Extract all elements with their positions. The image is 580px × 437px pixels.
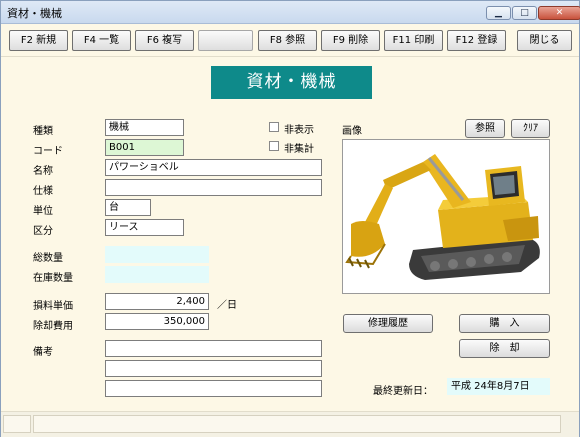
image-browse-button[interactable]: 参照 [465, 119, 505, 138]
image-clear-button[interactable]: ｸﾘｱ [511, 119, 550, 138]
maximize-icon: □ [520, 8, 529, 18]
total-qty-field [105, 246, 209, 263]
print-button[interactable]: F11 印刷 [384, 30, 443, 51]
spec-field[interactable] [105, 179, 322, 196]
status-cell [3, 415, 31, 433]
unit-field[interactable]: 台 [105, 199, 151, 216]
code-field[interactable]: B001 [105, 139, 184, 156]
hidden-label: 非表示 [284, 125, 314, 136]
function-toolbar: F2 新規 F4 一覧 F6 複写 F8 参照 F9 削除 F11 印刷 F12… [1, 24, 579, 57]
no-total-label: 非集計 [284, 144, 314, 155]
notes-field-3[interactable] [105, 380, 322, 397]
window-title: 資材・機械 [7, 7, 62, 20]
total-qty-label: 総数量 [33, 253, 63, 264]
excavator-picture [345, 154, 540, 280]
spec-label: 仕様 [33, 186, 53, 197]
notes-label: 備考 [33, 347, 53, 358]
close-icon: ✕ [555, 8, 564, 18]
maximize-button[interactable]: □ [512, 6, 537, 20]
status-bar [1, 411, 579, 437]
page-title: 資材・機械 [211, 66, 372, 99]
purchase-button[interactable]: 購 入 [459, 314, 550, 333]
title-bar: 資材・機械 ▁ □ ✕ [1, 1, 580, 24]
rental-unit-text: ／日 [217, 300, 237, 311]
rental-price-field[interactable]: 2,400 [105, 293, 209, 310]
repair-history-button[interactable]: 修理履歴 [343, 314, 433, 333]
name-field[interactable]: パワーショベル [105, 159, 322, 176]
copy-button[interactable]: F6 複写 [135, 30, 194, 51]
list-button[interactable]: F4 一覧 [72, 30, 131, 51]
blank-function-button[interactable] [198, 30, 253, 51]
notes-field-1[interactable] [105, 340, 322, 357]
register-button[interactable]: F12 登録 [447, 30, 506, 51]
close-form-button[interactable]: 閉じる [517, 30, 572, 51]
stock-qty-label: 在庫数量 [33, 273, 73, 284]
close-button[interactable]: ✕ [538, 6, 580, 20]
reference-button[interactable]: F8 参照 [258, 30, 317, 51]
delete-button[interactable]: F9 削除 [321, 30, 380, 51]
category-label: 区分 [33, 226, 53, 237]
unit-label: 単位 [33, 206, 53, 217]
status-message [33, 415, 561, 433]
rental-price-label: 損料単価 [33, 301, 73, 312]
name-label: 名称 [33, 166, 53, 177]
last-updated-label: 最終更新日： [373, 386, 433, 397]
disposal-cost-label: 除却費用 [33, 321, 73, 332]
minimize-button[interactable]: ▁ [486, 6, 511, 20]
last-updated-value: 平成 24年8月7日 [447, 378, 550, 395]
stock-qty-field [105, 266, 209, 283]
disposal-cost-field[interactable]: 350,000 [105, 313, 209, 330]
dispose-button[interactable]: 除 却 [459, 339, 550, 358]
code-label: コード [33, 146, 63, 157]
type-field[interactable]: 機械 [105, 119, 184, 136]
category-field[interactable]: リース [105, 219, 184, 236]
new-button[interactable]: F2 新規 [9, 30, 68, 51]
minimize-icon: ▁ [495, 8, 502, 18]
equipment-image [342, 139, 550, 294]
app-window: 資材・機械 ▁ □ ✕ F2 新規 F4 一覧 F6 複写 F8 参照 F9 削… [0, 0, 580, 437]
hidden-checkbox[interactable] [269, 122, 279, 132]
notes-field-2[interactable] [105, 360, 322, 377]
no-total-checkbox[interactable] [269, 141, 279, 151]
image-label: 画像 [342, 126, 362, 137]
type-label: 種類 [33, 126, 53, 137]
